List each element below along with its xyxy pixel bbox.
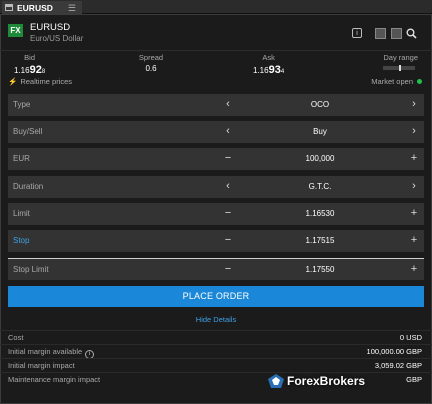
bid-column[interactable]: Bid 1.16928 (14, 53, 45, 76)
form-row-value[interactable]: 100,000 (258, 154, 382, 163)
ask-label: Ask (262, 53, 275, 62)
day-range: Day range (383, 53, 418, 71)
form-row-duration[interactable]: Duration ‹ G.T.C. › (8, 176, 424, 198)
chevron-right-icon[interactable]: › (407, 179, 421, 194)
instrument-header: FX EURUSD Euro/US Dollar i (0, 15, 432, 49)
plus-icon[interactable]: + (407, 262, 421, 277)
form-row-value[interactable]: OCO (258, 100, 382, 109)
forexbrokers-logo-icon (268, 374, 284, 388)
ask-big: 93 (268, 64, 281, 76)
chevron-left-icon[interactable]: ‹ (221, 97, 235, 112)
chevron-right-icon[interactable]: › (407, 97, 421, 112)
form-row-limit[interactable]: Limit − 1.16530 + (8, 203, 424, 225)
plus-icon[interactable]: + (407, 151, 421, 166)
spread-value: 0.6 (145, 64, 157, 73)
minus-icon[interactable]: − (221, 262, 235, 277)
ask-prefix: 1.16 (253, 66, 269, 75)
chevron-left-icon[interactable]: ‹ (221, 124, 235, 139)
detail-label-text: Initial margin impact (8, 361, 75, 370)
form-row-value[interactable]: Buy (258, 127, 382, 136)
detail-label: Cost (8, 333, 23, 342)
hamburger-icon[interactable]: ☰ (68, 3, 76, 14)
plus-icon[interactable]: + (407, 206, 421, 221)
detail-label-text: Initial margin available (8, 347, 83, 356)
day-range-marker (399, 65, 402, 71)
realtime-label: Realtime prices (20, 77, 73, 86)
form-row-label: Duration (13, 182, 44, 191)
detail-value: GBP (406, 375, 422, 384)
spread-label: Spread (138, 53, 164, 62)
info-icon[interactable]: i (352, 28, 362, 38)
minus-icon[interactable]: − (221, 206, 235, 221)
detail-row: Cost 0 USD (0, 330, 432, 343)
ask-small: 4 (280, 69, 285, 75)
spread-column: Spread 0.6 (138, 53, 164, 73)
bid-small: 8 (41, 69, 46, 75)
chevron-left-icon[interactable]: ‹ (221, 179, 235, 194)
form-row-value[interactable]: G.T.C. (258, 182, 382, 191)
form-row-stop[interactable]: Stop − 1.17515 + (8, 230, 424, 252)
form-row-value[interactable]: 1.17515 (258, 236, 382, 245)
ask-column[interactable]: Ask 1.16934 (253, 53, 284, 76)
form-row-label: Limit (13, 209, 30, 218)
form-row-label: Stop Limit (13, 265, 49, 274)
detail-value: 0 USD (399, 333, 422, 342)
detail-value: 3,059.02 GBP (374, 361, 422, 370)
bid-big: 92 (29, 64, 42, 76)
fx-badge: FX (8, 24, 23, 37)
detail-row: Initial margin available i 100,000.00 GBP (0, 344, 432, 359)
form-row-label: Buy/Sell (13, 127, 43, 136)
hide-details-link[interactable]: Hide Details (0, 315, 432, 324)
detail-label: Maintenance margin impact (8, 375, 100, 384)
realtime-indicator: ⚡ Realtime prices (8, 77, 72, 86)
market-status: Market open (371, 77, 422, 86)
instrument-description: Euro/US Dollar (30, 34, 84, 43)
form-row-label: Type (13, 100, 31, 109)
instrument-name: EURUSD (30, 22, 71, 33)
detail-label-text: Cost (8, 333, 24, 342)
detail-label: Initial margin impact (8, 361, 75, 370)
chevron-right-icon[interactable]: › (407, 124, 421, 139)
forexbrokers-watermark: ForexBrokers (268, 372, 365, 390)
search-icon[interactable] (406, 28, 417, 39)
tab-title: EURUSD (17, 2, 53, 13)
detail-label-text: Maintenance margin impact (8, 375, 101, 384)
form-row-stop-limit[interactable]: Stop Limit − 1.17550 + (8, 258, 424, 280)
minus-icon[interactable]: − (221, 233, 235, 248)
bolt-icon: ⚡ (8, 77, 18, 86)
watermark-text: ForexBrokers (287, 374, 366, 388)
form-row-buy-sell[interactable]: Buy/Sell ‹ Buy › (8, 121, 424, 143)
place-order-button[interactable]: PLACE ORDER (8, 286, 424, 307)
bid-label: Bid (24, 53, 35, 62)
market-open-dot-icon (417, 79, 422, 84)
chart-icon[interactable] (375, 28, 386, 39)
form-row-value[interactable]: 1.17550 (258, 265, 382, 274)
market-label: Market open (371, 77, 413, 86)
day-range-bar (383, 65, 416, 71)
detail-value: 100,000.00 GBP (366, 347, 422, 356)
window-icon (5, 4, 13, 11)
detail-row: Initial margin impact 3,059.02 GBP (0, 358, 432, 371)
bid-prefix: 1.16 (14, 66, 30, 75)
form-row-eur[interactable]: EUR − 100,000 + (8, 148, 424, 170)
detail-row: Maintenance margin impact GBP (0, 372, 432, 385)
chart-alt-icon[interactable] (391, 28, 402, 39)
day-range-label: Day range (383, 53, 418, 62)
tab-eurusd[interactable]: EURUSD ☰ (2, 1, 82, 14)
form-row-value[interactable]: 1.16530 (258, 209, 382, 218)
tab-bar: EURUSD ☰ (0, 0, 432, 14)
form-row-type[interactable]: Type ‹ OCO › (8, 94, 424, 116)
minus-icon[interactable]: − (221, 151, 235, 166)
price-strip: Bid 1.16928 Spread 0.6 Ask 1.16934 Day r… (0, 50, 432, 90)
ask-price: 1.16934 (253, 64, 284, 76)
bid-price: 1.16928 (14, 64, 45, 76)
plus-icon[interactable]: + (407, 233, 421, 248)
form-row-label: EUR (13, 154, 30, 163)
form-row-label[interactable]: Stop (13, 236, 29, 245)
